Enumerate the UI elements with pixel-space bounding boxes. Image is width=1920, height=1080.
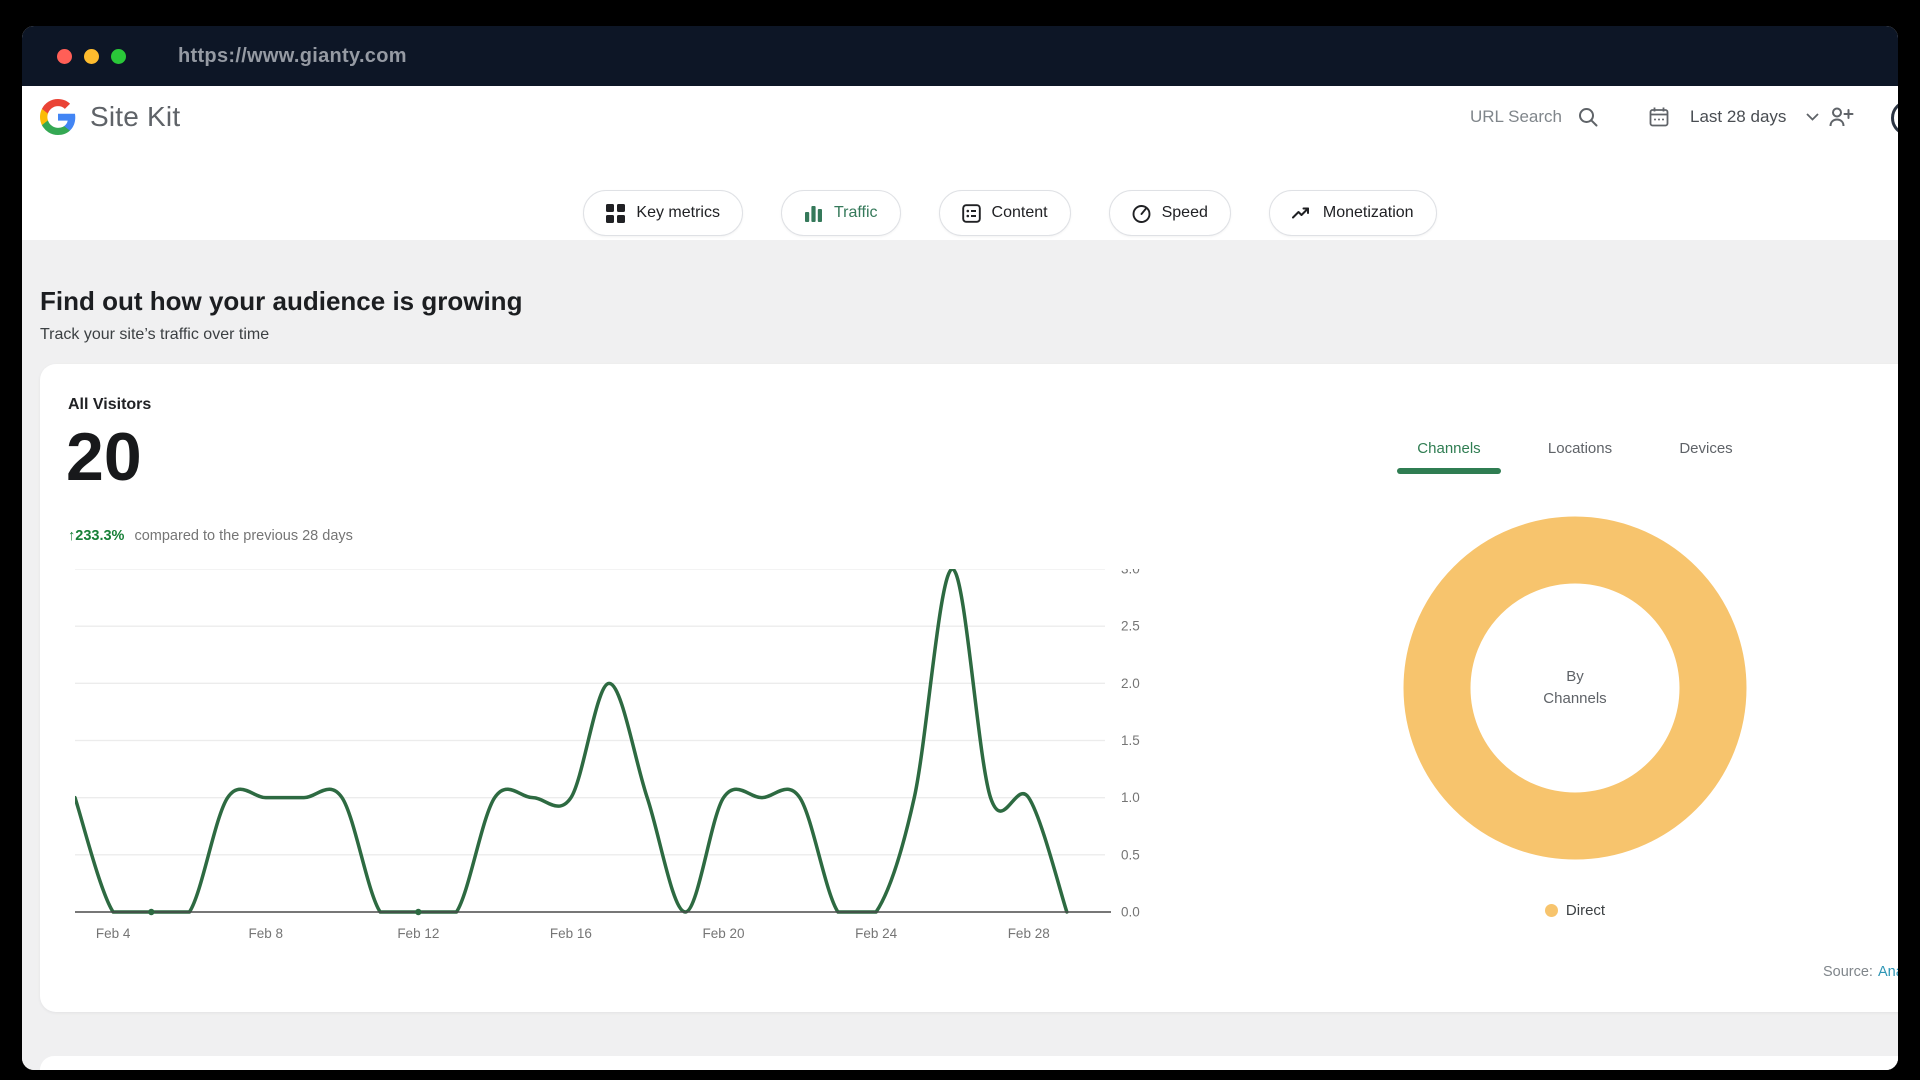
svg-text:2.5: 2.5 bbox=[1121, 619, 1140, 634]
source-line: Source: Analytics bbox=[1823, 964, 1898, 980]
donut-center-label: By Channels bbox=[1403, 516, 1747, 860]
nav-pill-label: Key metrics bbox=[636, 204, 720, 222]
nav-pill-label: Speed bbox=[1162, 204, 1208, 222]
donut-legend: Direct bbox=[1403, 902, 1747, 919]
google-g-icon bbox=[40, 99, 76, 135]
nav-pill-label: Monetization bbox=[1323, 204, 1414, 222]
trending-up-icon bbox=[1292, 204, 1312, 223]
source-analytics-link[interactable]: Analytics bbox=[1878, 964, 1898, 980]
tab-devices[interactable]: Devices bbox=[1651, 440, 1761, 457]
address-bar-url: https://www.gianty.com bbox=[178, 45, 407, 68]
tab-label: Locations bbox=[1548, 440, 1612, 457]
nav-pill-monetization[interactable]: Monetization bbox=[1269, 190, 1437, 236]
legend-color-dot bbox=[1545, 904, 1558, 917]
visitors-line-chart: Feb 4 Feb 8 Feb 12 Feb 16 Feb 20 Feb 24 Feb 28… bbox=[75, 569, 1185, 966]
svg-text:Feb 4: Feb 4 bbox=[96, 926, 131, 941]
url-search-label: URL Search bbox=[1470, 107, 1562, 127]
browser-titlebar: https://www.gianty.com bbox=[22, 26, 1898, 86]
share-access-button[interactable] bbox=[1828, 86, 1854, 148]
dashboard-nav: Key metrics Traffic bbox=[22, 148, 1898, 240]
svg-text:3.0: 3.0 bbox=[1121, 569, 1140, 577]
svg-text:Feb 20: Feb 20 bbox=[703, 926, 745, 941]
svg-text:Feb 16: Feb 16 bbox=[550, 926, 592, 941]
bar-chart-icon bbox=[804, 204, 823, 223]
article-icon bbox=[962, 204, 981, 223]
tab-locations[interactable]: Locations bbox=[1525, 440, 1635, 457]
search-icon[interactable] bbox=[1577, 106, 1599, 128]
tab-label: Devices bbox=[1679, 440, 1732, 457]
metric-label: All Visitors bbox=[68, 396, 151, 414]
sitekit-header: Site Kit URL Search Last bbox=[22, 86, 1898, 148]
maximize-window-button[interactable] bbox=[111, 49, 126, 64]
browser-window: https://www.gianty.com Site Kit URL Sear… bbox=[22, 26, 1898, 1070]
account-avatar[interactable] bbox=[1891, 100, 1898, 136]
chevron-down-icon bbox=[1806, 113, 1819, 121]
change-line: ↑233.3% compared to the previous 28 days bbox=[68, 528, 353, 544]
all-visitors-card: All Visitors 20 ↑233.3% compared to the … bbox=[40, 364, 1898, 1012]
date-range-selector[interactable]: Last 28 days bbox=[1638, 86, 1829, 148]
svg-text:0.5: 0.5 bbox=[1121, 847, 1140, 862]
nav-pill-content[interactable]: Content bbox=[939, 190, 1071, 236]
active-tab-underline bbox=[1397, 468, 1501, 474]
nav-pill-speed[interactable]: Speed bbox=[1109, 190, 1231, 236]
svg-text:Feb 28: Feb 28 bbox=[1008, 926, 1050, 941]
svg-text:1.0: 1.0 bbox=[1121, 790, 1140, 805]
channels-donut-chart: By Channels bbox=[1403, 516, 1747, 860]
nav-pill-label: Content bbox=[992, 204, 1048, 222]
product-name: Site Kit bbox=[90, 101, 180, 133]
section-subtitle: Track your site’s traffic over time bbox=[22, 317, 1898, 344]
legend-label: Direct bbox=[1566, 902, 1605, 919]
nav-pill-traffic[interactable]: Traffic bbox=[781, 190, 901, 236]
next-widget-card bbox=[40, 1056, 1898, 1070]
nav-pill-key-metrics[interactable]: Key metrics bbox=[583, 190, 743, 236]
svg-text:0.0: 0.0 bbox=[1121, 905, 1140, 920]
speedometer-icon bbox=[1132, 204, 1151, 223]
sitekit-logo: Site Kit bbox=[40, 99, 180, 135]
svg-text:Feb 8: Feb 8 bbox=[248, 926, 283, 941]
metric-value: 20 bbox=[66, 418, 142, 496]
url-search[interactable]: URL Search bbox=[1470, 86, 1614, 148]
section-title: Find out how your audience is growing bbox=[22, 240, 1898, 317]
source-label: Source: bbox=[1823, 964, 1873, 980]
change-percent: ↑233.3% bbox=[68, 528, 124, 544]
nav-pill-label: Traffic bbox=[834, 204, 878, 222]
svg-text:1.5: 1.5 bbox=[1121, 733, 1140, 748]
minimize-window-button[interactable] bbox=[84, 49, 99, 64]
close-window-button[interactable] bbox=[57, 49, 72, 64]
person-add-icon bbox=[1828, 105, 1854, 129]
tab-label: Channels bbox=[1417, 440, 1480, 457]
svg-text:Feb 12: Feb 12 bbox=[397, 926, 439, 941]
change-suffix: compared to the previous 28 days bbox=[134, 528, 352, 544]
tab-channels[interactable]: Channels bbox=[1394, 440, 1504, 457]
date-range-label: Last 28 days bbox=[1690, 107, 1786, 127]
svg-text:Feb 24: Feb 24 bbox=[855, 926, 898, 941]
svg-text:2.0: 2.0 bbox=[1121, 676, 1140, 691]
calendar-icon bbox=[1648, 106, 1670, 128]
grid-icon bbox=[606, 204, 625, 223]
